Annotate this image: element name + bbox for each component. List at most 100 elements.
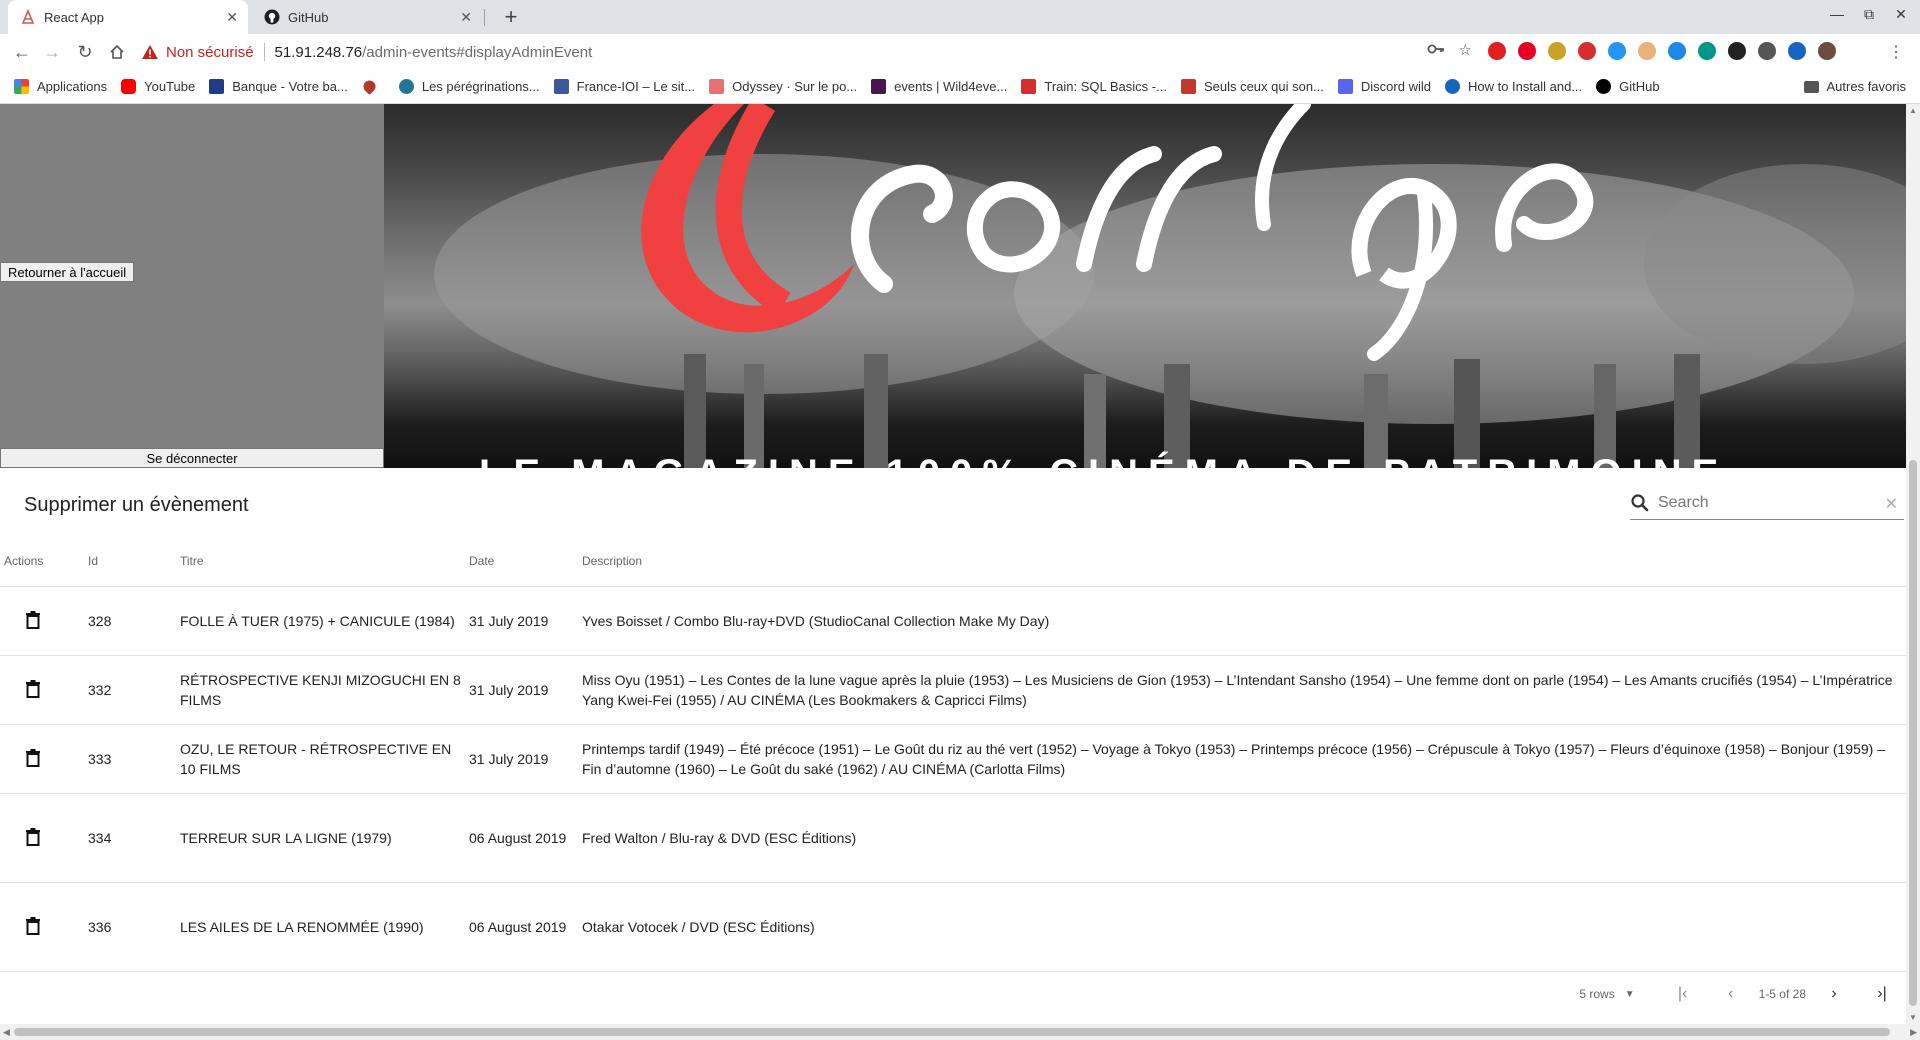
description-cell: Printemps tardif (1949) – Été précoce (1… <box>578 724 1906 794</box>
github-icon <box>1596 79 1612 94</box>
vertical-scrollbar[interactable]: ▲ ▼ <box>1906 104 1920 1024</box>
bookmark-label: Odyssey · Sur le po... <box>732 79 858 94</box>
vertical-scroll-thumb[interactable] <box>1909 460 1917 1006</box>
delete-trash-icon[interactable] <box>21 746 45 770</box>
date-cell: 31 July 2019 <box>465 655 578 725</box>
pinterest-icon[interactable] <box>1518 42 1536 60</box>
extension-moon-icon[interactable] <box>1668 42 1686 60</box>
warning-triangle-icon <box>142 45 158 59</box>
bookmark-banque[interactable]: Banque - Votre ba... <box>209 79 348 94</box>
return-home-button[interactable]: Retourner à l'accueil <box>0 262 135 282</box>
bookmark-seuls-ceux[interactable]: Seuls ceux qui son... <box>1180 79 1324 94</box>
column-header-actions[interactable]: Actions <box>0 536 84 587</box>
next-page-icon[interactable]: › <box>1820 985 1848 1003</box>
extension-yellow-icon[interactable] <box>1548 42 1566 60</box>
page-viewport: Retourner à l'accueil Se déconnecter Sup… <box>0 104 1906 1024</box>
date-cell: 06 August 2019 <box>465 793 578 883</box>
delete-trash-icon[interactable] <box>21 825 45 849</box>
bookmark-youtube[interactable]: YouTube <box>121 79 195 94</box>
extension-shield-icon[interactable] <box>1758 42 1776 60</box>
pagination-range: 1-5 of 28 <box>1758 987 1806 1001</box>
home-icon[interactable] <box>105 40 129 64</box>
profile-avatar[interactable] <box>1818 42 1836 60</box>
folder-icon <box>1803 80 1819 93</box>
scroll-right-arrow-icon[interactable]: ▶ <box>1910 1027 1917 1038</box>
horizontal-scrollbar[interactable]: ◀ ▶ <box>0 1024 1920 1040</box>
site-icon <box>1180 79 1196 94</box>
wordpress-icon <box>398 79 414 94</box>
bookmark-applications[interactable]: Applications <box>14 79 107 94</box>
address-bar[interactable]: Non sécurisé 51.91.248.76/admin-events#d… <box>142 37 1472 67</box>
tab-github[interactable]: GitHub ✕ <box>252 0 482 34</box>
reload-icon[interactable]: ↻ <box>73 40 97 64</box>
extension-grid-icon[interactable] <box>1638 42 1656 60</box>
browser-toolbar: ← → ↻ Non sécurisé 51.91.248.76/admin-ev… <box>0 34 1920 70</box>
table-row: 336 LES AILES DE LA RENOMMÉE (1990) 06 A… <box>0 882 1906 972</box>
bookmark-discord[interactable]: Discord wild <box>1337 79 1431 94</box>
search-field[interactable]: ✕ <box>1630 486 1904 520</box>
close-tab-icon[interactable]: ✕ <box>226 9 238 26</box>
bookmark-france-ioi[interactable]: France-IOI – Le sit... <box>553 79 695 94</box>
first-page-icon[interactable]: |‹ <box>1669 985 1697 1003</box>
tab-react-app[interactable]: React App ✕ <box>8 0 248 34</box>
close-tab-icon[interactable]: ✕ <box>460 9 472 26</box>
title-cell: RÉTROSPECTIVE KENJI MIZOGUCHI EN 8 FILMS <box>176 655 465 725</box>
clear-search-icon[interactable]: ✕ <box>1885 494 1898 514</box>
banner-caption: LE MAGAZINE 100% CINÉMA DE PATRIMOINE <box>479 452 1728 468</box>
codewars-icon <box>1021 79 1037 94</box>
description-cell: Yves Boisset / Combo Blu-ray+DVD (Studio… <box>578 586 1906 656</box>
other-bookmarks[interactable]: Autres favoris <box>1803 79 1906 94</box>
title-cell: FOLLE À TUER (1975) + CANICULE (1984) <box>176 586 465 656</box>
scroll-down-arrow-icon[interactable]: ▼ <box>1909 1013 1917 1022</box>
extension-s-icon[interactable] <box>1698 42 1716 60</box>
bookmark-how-to-install[interactable]: How to Install and... <box>1444 79 1582 94</box>
column-header-id[interactable]: Id <box>84 536 176 587</box>
close-window-button[interactable]: ✕ <box>1890 6 1912 23</box>
description-cell: Miss Oyu (1951) – Les Contes de la lune … <box>578 655 1906 725</box>
scroll-left-arrow-icon[interactable]: ◀ <box>3 1027 10 1038</box>
github-extension-icon[interactable] <box>1728 42 1746 60</box>
security-warning[interactable]: Non sécurisé <box>142 44 254 61</box>
logout-button[interactable]: Se déconnecter <box>0 448 384 468</box>
last-page-icon[interactable]: ›| <box>1868 985 1896 1003</box>
back-arrow-icon[interactable]: ← <box>10 40 34 64</box>
delete-trash-icon[interactable] <box>21 914 45 938</box>
star-bookmark-icon[interactable]: ☆ <box>1459 41 1472 61</box>
extension-red-icon[interactable] <box>1488 42 1506 60</box>
search-input[interactable] <box>1658 493 1868 512</box>
minimize-window-button[interactable]: — <box>1826 6 1848 22</box>
delete-trash-icon[interactable] <box>21 608 45 632</box>
bookmark-heart[interactable] <box>360 78 385 95</box>
rows-per-page-select[interactable]: 5 rows ▼ <box>1579 987 1634 1001</box>
bookmark-events[interactable]: events | Wild4eve... <box>871 79 1007 94</box>
extension-drop-icon[interactable] <box>1608 42 1626 60</box>
description-cell: Fred Walton / Blu-ray & DVD (ESC Édition… <box>578 793 1906 883</box>
bookmark-sql-basics[interactable]: Train: SQL Basics -... <box>1021 79 1167 94</box>
bookmark-label: Banque - Votre ba... <box>232 79 348 94</box>
banner-artwork <box>434 104 1906 468</box>
actions-cell <box>0 655 84 725</box>
react-devtools-icon[interactable] <box>1788 42 1806 60</box>
date-cell: 31 July 2019 <box>465 586 578 656</box>
bookmark-github[interactable]: GitHub <box>1596 79 1660 94</box>
column-header-date[interactable]: Date <box>465 536 578 587</box>
browser-menu-icon[interactable]: ⋮ <box>1888 42 1904 62</box>
key-icon[interactable] <box>1427 41 1445 61</box>
delete-trash-icon[interactable] <box>21 677 45 701</box>
id-cell: 328 <box>84 586 176 656</box>
previous-page-icon[interactable]: ‹ <box>1717 985 1745 1003</box>
column-header-description[interactable]: Description <box>578 536 1906 587</box>
actions-cell <box>0 793 84 883</box>
odyssey-icon <box>709 79 725 94</box>
column-header-titre[interactable]: Titre <box>176 536 465 587</box>
horizontal-scroll-thumb[interactable] <box>14 1028 1890 1036</box>
github-favicon-icon <box>264 9 280 25</box>
restore-window-button[interactable]: ⧉ <box>1858 6 1880 23</box>
bookmark-odyssey[interactable]: Odyssey · Sur le po... <box>709 79 857 94</box>
bookmark-peregrinations[interactable]: Les pérégrinations... <box>398 79 540 94</box>
scroll-up-arrow-icon[interactable]: ▲ <box>1909 106 1917 115</box>
adblock-icon[interactable] <box>1578 42 1596 60</box>
new-tab-button[interactable]: + <box>498 4 524 30</box>
forward-arrow-icon[interactable]: → <box>40 40 64 64</box>
date-cell: 31 July 2019 <box>465 724 578 794</box>
